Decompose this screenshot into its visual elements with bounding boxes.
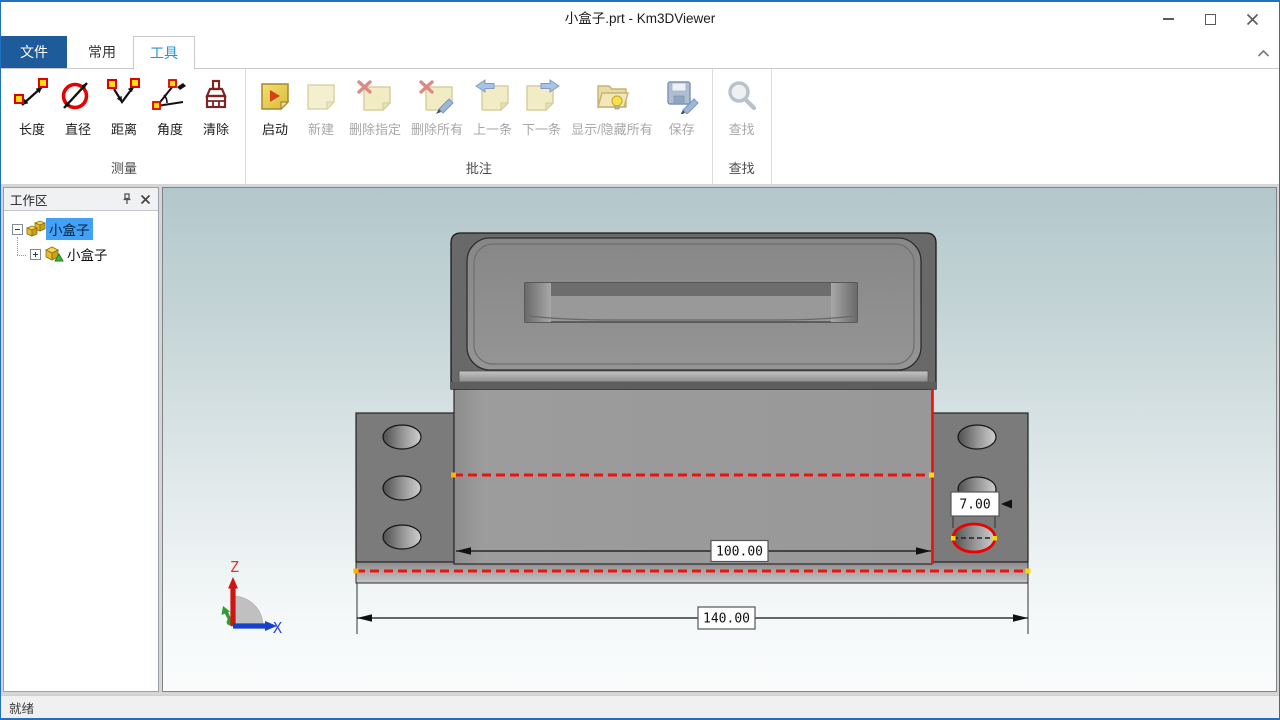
annotation-save-button[interactable]: 保存 <box>658 74 706 138</box>
maximize-button[interactable] <box>1189 2 1231 36</box>
length-icon <box>14 74 50 118</box>
pin-panel-button[interactable] <box>118 190 136 208</box>
chevron-up-icon <box>1257 49 1270 58</box>
note-new-icon <box>303 74 339 118</box>
part-icon <box>44 245 64 263</box>
clear-brush-icon <box>198 74 234 118</box>
group-label-find: 查找 <box>729 156 755 182</box>
part-left-flange <box>356 413 454 562</box>
minimize-icon <box>1163 18 1174 20</box>
note-delete-one-icon <box>356 74 394 118</box>
status-text: 就绪 <box>9 698 34 717</box>
close-panel-button[interactable] <box>136 190 154 208</box>
angle-icon <box>152 74 188 118</box>
status-bar: 就绪 <box>1 695 1279 718</box>
note-save-icon <box>663 74 701 118</box>
tree-item-child[interactable]: 小盒子 <box>30 244 111 264</box>
ribbon-group-annotate: 启动 新建 <box>246 69 713 184</box>
tree-item-child-label[interactable]: 小盒子 <box>64 243 111 265</box>
window-title: 小盒子.prt - Km3DViewer <box>1 2 1279 36</box>
workspace-panel-title: 工作区 <box>10 190 118 209</box>
collapse-expander[interactable] <box>12 224 23 235</box>
tree-connector <box>17 255 26 256</box>
part-lid <box>451 233 936 389</box>
ribbon-toolbar: 长度 直径 <box>1 69 1279 184</box>
ribbon-group-find: 查找 查找 <box>713 69 772 184</box>
tab-home[interactable]: 常用 <box>71 36 133 68</box>
length-button[interactable]: 长度 <box>9 74 55 138</box>
tree-item-root[interactable]: 小盒子 <box>12 219 93 239</box>
find-button[interactable]: 查找 <box>719 74 765 138</box>
tab-file[interactable]: 文件 <box>1 36 67 68</box>
note-showhide-icon <box>592 74 632 118</box>
assembly-icon <box>26 220 46 238</box>
collapse-ribbon-button[interactable] <box>1255 46 1271 60</box>
annotation-delete-specified-button[interactable]: 删除指定 <box>344 74 406 138</box>
ribbon-group-measure: 长度 直径 <box>3 69 246 184</box>
group-label-measure: 测量 <box>111 156 137 182</box>
note-delete-all-icon <box>418 74 456 118</box>
diameter-button[interactable]: 直径 <box>55 74 101 138</box>
distance-icon <box>106 74 142 118</box>
workspace-panel: 工作区 <box>3 187 159 692</box>
annotation-delete-all-button[interactable]: 删除所有 <box>406 74 468 138</box>
annotation-new-button[interactable]: 新建 <box>298 74 344 138</box>
dimension-label-140: 140.00 <box>703 612 750 627</box>
search-icon <box>724 74 760 118</box>
angle-button[interactable]: 角度 <box>147 74 193 138</box>
close-icon <box>1246 13 1259 26</box>
pin-icon <box>121 193 133 205</box>
close-icon <box>140 194 151 205</box>
clear-button[interactable]: 清除 <box>193 74 239 138</box>
maximize-icon <box>1205 14 1216 25</box>
tree-item-root-label[interactable]: 小盒子 <box>46 218 93 240</box>
part-lid-slot <box>525 283 857 322</box>
app-window: 小盒子.prt - Km3DViewer 文件 常用 工具 <box>0 0 1280 720</box>
coordinate-triad: Z X <box>222 558 283 637</box>
minimize-button[interactable] <box>1147 2 1189 36</box>
group-label-annotate: 批注 <box>466 156 492 182</box>
tree-connector <box>17 237 18 255</box>
expand-expander[interactable] <box>30 249 41 260</box>
axis-label-z: Z <box>230 558 239 576</box>
dimension-label-100: 100.00 <box>716 545 763 560</box>
close-button[interactable] <box>1231 2 1273 36</box>
triad-arc <box>233 596 263 626</box>
work-area: 工作区 <box>1 184 1279 695</box>
title-bar: 小盒子.prt - Km3DViewer <box>1 2 1279 36</box>
ribbon-tab-bar: 文件 常用 工具 <box>1 36 1279 69</box>
annotation-start-button[interactable]: 启动 <box>252 74 298 138</box>
annotation-next-button[interactable]: 下一条 <box>517 74 566 138</box>
note-prev-icon <box>474 74 512 118</box>
note-next-icon <box>523 74 561 118</box>
annotation-showhide-button[interactable]: 显示/隐藏所有 <box>566 74 658 138</box>
diameter-icon <box>60 74 96 118</box>
tab-tools[interactable]: 工具 <box>133 36 195 70</box>
3d-part-model[interactable] <box>356 233 1028 583</box>
model-tree: 小盒子 小盒子 <box>4 211 158 691</box>
annotation-previous-button[interactable]: 上一条 <box>468 74 517 138</box>
dimension-140[interactable]: 140.00 <box>357 583 1028 634</box>
distance-button[interactable]: 距离 <box>101 74 147 138</box>
axis-label-x: X <box>273 619 282 637</box>
note-start-icon <box>257 74 293 118</box>
3d-viewport[interactable]: 100.00 140.00 <box>162 187 1277 692</box>
dimension-label-7: 7.00 <box>959 498 990 513</box>
workspace-panel-header: 工作区 <box>4 188 158 211</box>
